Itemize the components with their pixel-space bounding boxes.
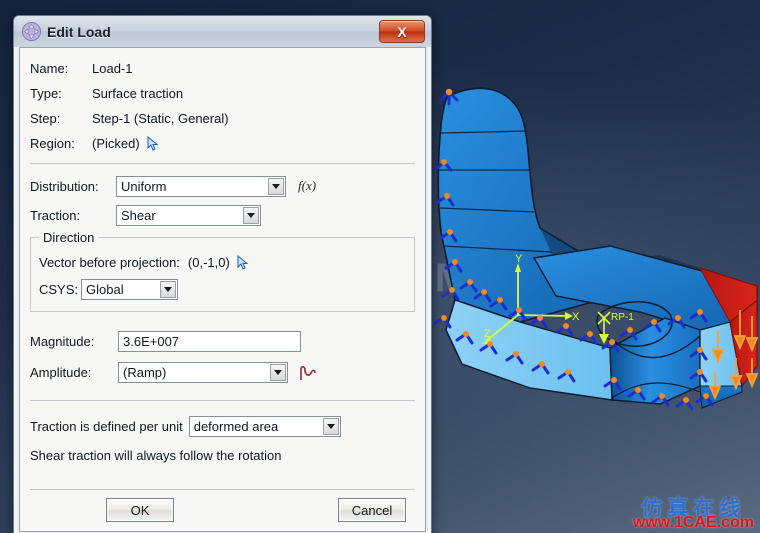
row-traction: Traction: Shear [30, 200, 415, 230]
row-note: Shear traction will always follow the ro… [30, 441, 415, 469]
chevron-down-icon[interactable] [322, 417, 339, 435]
vector-value: (0,-1,0) [187, 255, 230, 270]
row-amplitude: Amplitude: (Ramp) [30, 357, 415, 388]
dialog-button-bar: OK Cancel [30, 489, 415, 523]
row-vector: Vector before projection: (0,-1,0) [39, 249, 406, 276]
distribution-select[interactable]: Uniform [116, 175, 286, 197]
dialog-buttons: OK Cancel [30, 498, 415, 522]
region-label: Region: [30, 136, 75, 151]
distribution-fx-icon[interactable]: f(x) [298, 178, 316, 194]
amplitude-curve-icon[interactable] [298, 364, 318, 382]
region-pick-cursor-icon[interactable] [147, 135, 160, 151]
step-value: Step-1 (Static, General) [92, 111, 229, 126]
amplitude-select[interactable]: (Ramp) [118, 362, 288, 383]
distribution-label: Distribution: [30, 178, 99, 194]
note-text: Shear traction will always follow the ro… [30, 447, 282, 463]
close-button[interactable]: X [379, 20, 425, 43]
magnitude-input[interactable]: 3.6E+007 [118, 331, 301, 352]
row-step: Step: Step-1 (Static, General) [30, 106, 415, 131]
traction-select[interactable]: Shear [116, 204, 261, 226]
row-magnitude: Magnitude: 3.6E+007 [30, 326, 415, 357]
move-four-way-icon [22, 22, 41, 41]
svg-text:Y: Y [515, 253, 523, 265]
direction-group: Direction Vector before projection: (0,-… [30, 230, 415, 312]
chevron-down-icon[interactable] [160, 281, 176, 298]
vector-pick-cursor-icon[interactable] [237, 254, 250, 270]
row-region: Region: (Picked) [30, 131, 415, 156]
region-value: (Picked) [92, 136, 140, 151]
magnitude-label: Magnitude: [30, 334, 95, 349]
distribution-value: Uniform [121, 178, 167, 194]
screen: 1CAE.COM [0, 0, 760, 533]
row-unit: Traction is defined per unit deformed ar… [30, 411, 415, 441]
amplitude-value: (Ramp) [123, 365, 167, 380]
csys-label: CSYS: [39, 282, 79, 297]
csys-select[interactable]: Global [81, 279, 178, 300]
ok-button[interactable]: OK [106, 498, 174, 522]
divider-3 [30, 489, 415, 490]
row-csys: CSYS: Global [39, 276, 406, 303]
row-type: Type: Surface traction [30, 81, 415, 106]
dialog-titlebar[interactable]: Edit Load X [14, 16, 431, 47]
dialog-title: Edit Load [47, 23, 111, 40]
divider-2 [30, 400, 415, 401]
chevron-down-icon[interactable] [268, 177, 284, 195]
traction-value: Shear [121, 207, 156, 223]
row-distribution: Distribution: Uniform f(x) [30, 172, 415, 200]
dialog-body: Name: Load-1 Type: Surface traction Step… [19, 47, 426, 532]
name-value: Load-1 [92, 61, 133, 76]
unit-label: Traction is defined per unit [30, 418, 183, 434]
magnitude-value: 3.6E+007 [123, 334, 180, 349]
csys-value: Global [86, 282, 124, 297]
svg-text:RP-1: RP-1 [611, 312, 634, 323]
chevron-down-icon[interactable] [243, 206, 259, 224]
amplitude-label: Amplitude: [30, 365, 92, 380]
edit-load-dialog: Edit Load X Name: Load-1 Type: Surface t… [13, 15, 432, 533]
cancel-button[interactable]: Cancel [338, 498, 406, 522]
traction-label: Traction: [30, 207, 81, 223]
row-name: Name: Load-1 [30, 56, 415, 81]
direction-legend: Direction [43, 230, 95, 245]
unit-value: deformed area [193, 418, 279, 434]
type-value: Surface traction [92, 86, 184, 101]
divider-1 [30, 163, 415, 164]
vector-label: Vector before projection: [39, 255, 180, 270]
chevron-down-icon[interactable] [270, 364, 286, 381]
name-label: Name: [30, 61, 69, 76]
unit-select[interactable]: deformed area [188, 415, 341, 437]
type-label: Type: [30, 86, 62, 101]
step-label: Step: [30, 111, 61, 126]
svg-text:X: X [572, 311, 580, 323]
svg-text:Z: Z [484, 328, 491, 340]
